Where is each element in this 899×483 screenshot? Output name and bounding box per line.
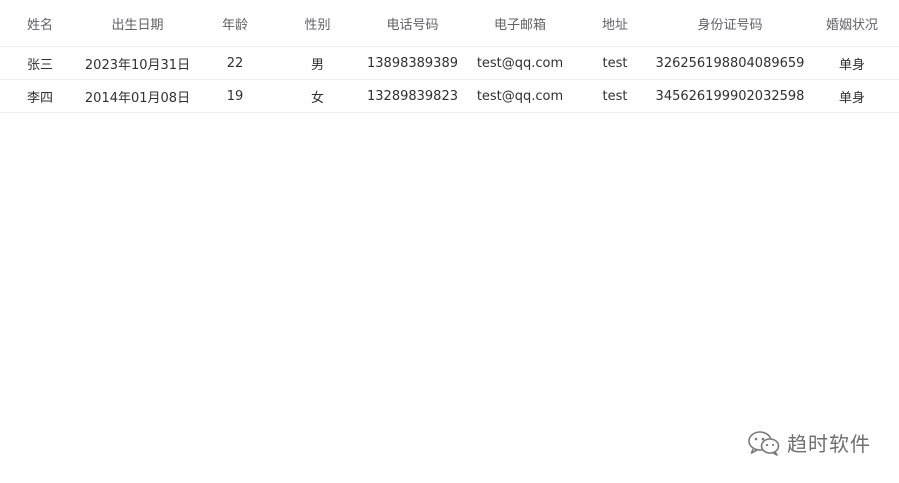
- cell-address: test: [575, 79, 655, 113]
- cell-gender: 女: [275, 79, 360, 113]
- cell-marital-status: 单身: [805, 79, 899, 113]
- cell-id-number: 326256198804089659: [655, 46, 805, 80]
- cell-address: test: [575, 46, 655, 80]
- table-row[interactable]: 张三 2023年10月31日 22 男 13898389389 test@qq.…: [0, 46, 899, 80]
- cell-marital-status: 单身: [805, 46, 899, 80]
- header-email[interactable]: 电子邮箱: [465, 0, 575, 47]
- header-gender[interactable]: 性别: [275, 0, 360, 47]
- cell-birth-date: 2014年01月08日: [80, 79, 195, 113]
- header-birth-date[interactable]: 出生日期: [80, 0, 195, 47]
- cell-name: 张三: [0, 46, 80, 80]
- header-name[interactable]: 姓名: [0, 0, 80, 47]
- cell-age: 22: [195, 46, 275, 80]
- header-address[interactable]: 地址: [575, 0, 655, 47]
- table-row[interactable]: 李四 2014年01月08日 19 女 13289839823 test@qq.…: [0, 79, 899, 113]
- table-body: 张三 2023年10月31日 22 男 13898389389 test@qq.…: [0, 46, 899, 113]
- user-table: 姓名 出生日期 年龄 性别 电话号码 电子邮箱 地址 身份证号码 婚姻状况 张三…: [0, 0, 899, 113]
- header-marital-status[interactable]: 婚姻状况: [805, 0, 899, 47]
- table-header: 姓名 出生日期 年龄 性别 电话号码 电子邮箱 地址 身份证号码 婚姻状况: [0, 0, 899, 47]
- cell-email: test@qq.com: [465, 79, 575, 113]
- cell-phone: 13289839823: [360, 79, 465, 113]
- header-phone[interactable]: 电话号码: [360, 0, 465, 47]
- cell-id-number: 345626199902032598: [655, 79, 805, 113]
- cell-name: 李四: [0, 79, 80, 113]
- header-row: 姓名 出生日期 年龄 性别 电话号码 电子邮箱 地址 身份证号码 婚姻状况: [0, 0, 899, 47]
- header-id-number[interactable]: 身份证号码: [655, 0, 805, 47]
- page: 姓名 出生日期 年龄 性别 电话号码 电子邮箱 地址 身份证号码 婚姻状况 张三…: [0, 0, 899, 483]
- watermark: 趋时软件: [747, 428, 871, 457]
- watermark-text: 趋时软件: [787, 432, 871, 456]
- cell-email: test@qq.com: [465, 46, 575, 80]
- cell-phone: 13898389389: [360, 46, 465, 80]
- cell-gender: 男: [275, 46, 360, 80]
- header-age[interactable]: 年龄: [195, 0, 275, 47]
- cell-age: 19: [195, 79, 275, 113]
- wechat-icon: [747, 430, 781, 456]
- cell-birth-date: 2023年10月31日: [80, 46, 195, 80]
